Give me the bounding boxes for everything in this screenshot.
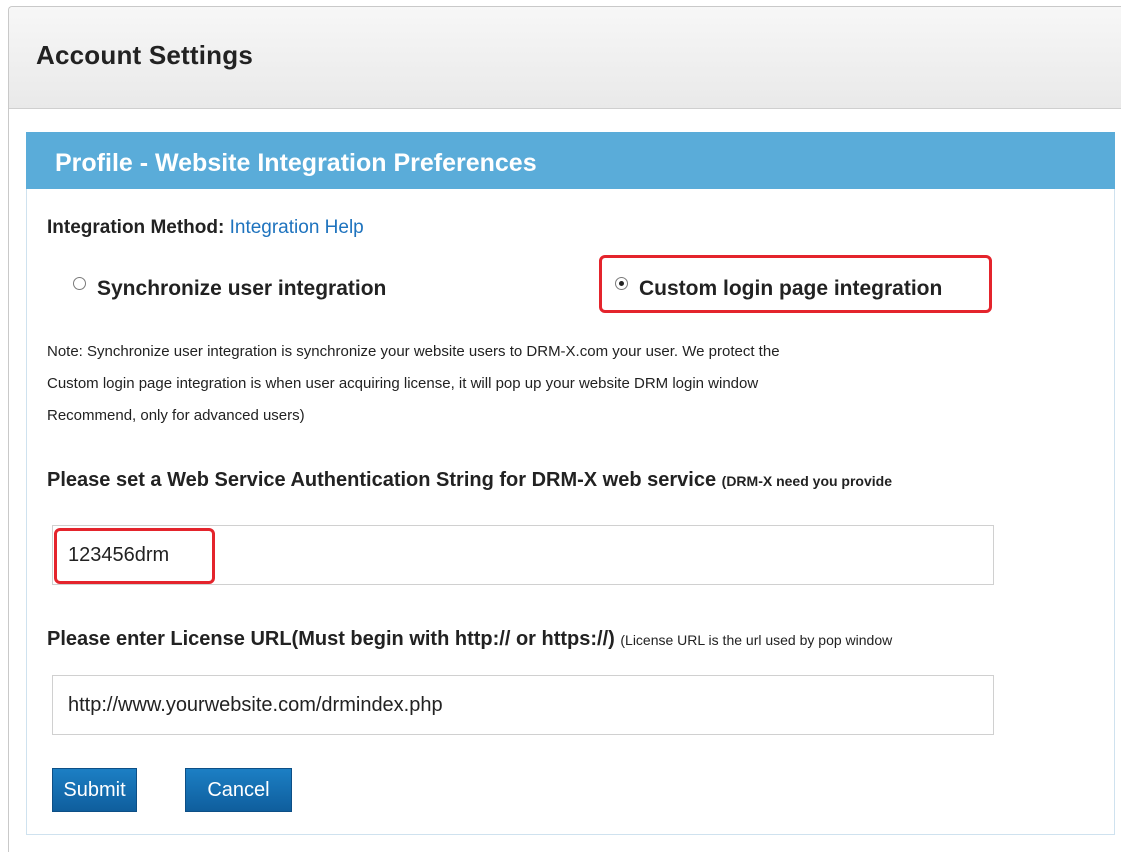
panel-title: Profile - Website Integration Preference… — [55, 149, 537, 177]
auth-string-label-suffix: (DRM-X need you provide — [721, 473, 893, 489]
license-url-label-text: Please enter License URL(Must begin with… — [47, 628, 615, 650]
integration-preferences-panel: Profile - Website Integration Preference… — [26, 132, 1115, 835]
custom-login-highlight-box — [599, 255, 992, 313]
integration-method-row: Integration Method: Integration Help — [47, 217, 364, 239]
account-settings-window: Account Settings Profile - Website Integ… — [8, 6, 1121, 852]
note-line: Recommend, only for advanced users) — [47, 407, 305, 424]
radio-synchronize-label: Synchronize user integration — [97, 277, 387, 300]
integration-note: Note: Synchronize user integration is sy… — [47, 336, 1107, 432]
auth-string-label: Please set a Web Service Authentication … — [47, 469, 892, 492]
license-url-label-suffix: (License URL is the url used by pop wind… — [620, 632, 893, 648]
license-url-input[interactable] — [52, 675, 994, 735]
page-title: Account Settings — [36, 40, 253, 70]
cancel-button[interactable]: Cancel — [185, 768, 292, 812]
note-line: Note: Synchronize user integration is sy… — [47, 343, 780, 360]
integration-method-label: Integration Method: — [47, 217, 225, 238]
page-header: Account Settings — [9, 7, 1121, 109]
radio-option-synchronize[interactable]: Synchronize user integration — [73, 276, 387, 301]
integration-help-link[interactable]: Integration Help — [230, 217, 364, 238]
panel-header: Profile - Website Integration Preference… — [26, 132, 1115, 189]
auth-string-highlight-box — [54, 528, 215, 584]
submit-button[interactable]: Submit — [52, 768, 137, 812]
note-line: Custom login page integration is when us… — [47, 375, 759, 392]
auth-string-label-text: Please set a Web Service Authentication … — [47, 469, 717, 491]
license-url-label: Please enter License URL(Must begin with… — [47, 628, 892, 651]
radio-synchronize[interactable] — [73, 276, 86, 290]
